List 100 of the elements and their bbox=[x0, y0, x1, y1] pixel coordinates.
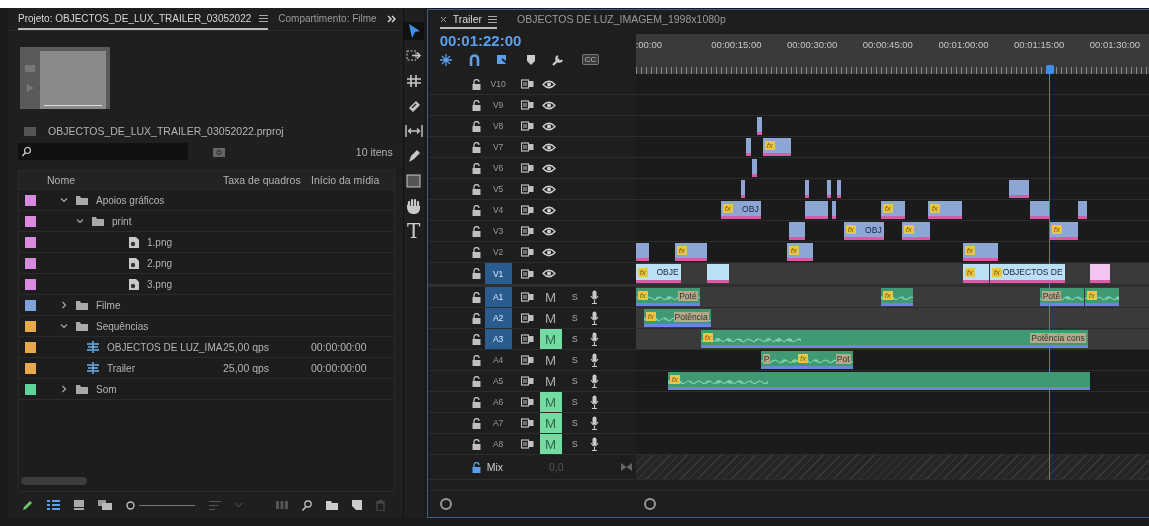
track-target[interactable]: A6 bbox=[484, 392, 512, 412]
track-target[interactable]: A8 bbox=[484, 434, 512, 454]
track-target[interactable]: A1 bbox=[484, 287, 512, 307]
column-header[interactable]: Início da mídia bbox=[307, 174, 393, 186]
ruler-label: 00:01:15:00 bbox=[1014, 39, 1066, 50]
video-clip[interactable]: fx OBJ bbox=[720, 201, 761, 219]
clip-label: Pot bbox=[835, 353, 851, 364]
item-name[interactable]: Filme bbox=[96, 299, 121, 311]
audio-clip[interactable]: Potê bbox=[1039, 288, 1084, 306]
effects-badge: fx bbox=[964, 246, 975, 255]
effects-badge: fx bbox=[929, 204, 940, 213]
track-target[interactable]: A2 bbox=[484, 308, 512, 328]
effects-badge: fx bbox=[882, 291, 893, 300]
track-target[interactable]: V1 bbox=[484, 263, 512, 284]
effects-badge: fx bbox=[669, 375, 680, 384]
video-clip[interactable]: fx bbox=[674, 243, 707, 261]
track-target[interactable]: A7 bbox=[484, 413, 512, 433]
audio-clip[interactable]: fx Potência cons bbox=[700, 330, 1088, 348]
track-target[interactable]: V9 bbox=[484, 95, 512, 115]
effects-badge: fx bbox=[788, 246, 799, 255]
audio-clip[interactable]: P fx Pot bbox=[760, 351, 853, 369]
sequence-tab[interactable]: OBJECTOS DE LUZ_IMAGEM_1998x1080p bbox=[517, 11, 726, 29]
track-target[interactable]: V10 bbox=[484, 74, 512, 94]
clip-label: OBJ bbox=[742, 203, 759, 214]
audio-clip[interactable]: fx bbox=[880, 288, 913, 306]
ruler-label: 00:01:00:00 bbox=[938, 39, 990, 50]
sequence-tab[interactable]: Trailer bbox=[439, 11, 497, 29]
clip-label: OBJE bbox=[656, 267, 679, 277]
video-clip[interactable]: fx bbox=[927, 201, 962, 219]
video-clip[interactable]: fx OBJE bbox=[635, 264, 681, 283]
mute-button[interactable]: M bbox=[539, 308, 562, 328]
solo-button[interactable]: S bbox=[567, 334, 582, 344]
track-target[interactable]: V7 bbox=[484, 137, 512, 157]
ruler-label: 00:00:15:00 bbox=[711, 39, 763, 50]
track-target[interactable]: A5 bbox=[484, 371, 512, 391]
solo-button[interactable]: S bbox=[567, 355, 582, 365]
video-clip[interactable]: fx bbox=[901, 222, 930, 240]
effects-badge: fx bbox=[991, 267, 1002, 277]
clip-label: OBJ bbox=[865, 224, 882, 235]
item-name[interactable]: 3.png bbox=[147, 278, 173, 290]
item-name[interactable]: Som bbox=[96, 383, 117, 395]
track-target[interactable]: V3 bbox=[484, 221, 512, 241]
clip-label: Poté bbox=[678, 290, 698, 301]
track-target[interactable]: V2 bbox=[484, 242, 512, 262]
captions-button[interactable]: CC bbox=[581, 54, 600, 65]
track-target[interactable]: A3 bbox=[484, 329, 512, 349]
track-target[interactable]: A4 bbox=[484, 350, 512, 370]
audio-clip[interactable]: fx bbox=[1084, 288, 1119, 306]
solo-button[interactable]: S bbox=[567, 418, 582, 428]
track-target[interactable]: V8 bbox=[484, 116, 512, 136]
track-target[interactable]: V4 bbox=[484, 200, 512, 220]
time-ruler[interactable]: :00:00 00:00:15:00 00:00:30:00 00:00:45:00 00:01:00:00 00:01:15:00 00:01:30:00 bbox=[635, 34, 1149, 74]
timecode[interactable]: 00:01:22:00 bbox=[439, 32, 636, 49]
mute-button[interactable]: M bbox=[539, 287, 562, 307]
video-clip[interactable]: fx bbox=[762, 138, 791, 156]
track-target[interactable]: V6 bbox=[484, 158, 512, 178]
solo-button[interactable]: S bbox=[567, 292, 582, 302]
media-start: 00:00:00:00 bbox=[310, 362, 368, 374]
mute-button[interactable]: M bbox=[539, 413, 562, 433]
panel-tab[interactable]: Compartimento: Filme bbox=[278, 8, 377, 30]
project-file-name: OBJECTOS_DE_LUX_TRAILER_03052022.prproj bbox=[48, 125, 284, 137]
video-clip[interactable]: fx OBJ bbox=[843, 222, 884, 240]
effects-badge: fx bbox=[797, 354, 809, 363]
track-target[interactable]: V5 bbox=[484, 179, 512, 199]
media-start: 00:00:00:00 bbox=[310, 341, 368, 353]
item-name[interactable]: 1.png bbox=[147, 236, 173, 248]
video-clip[interactable]: fx bbox=[962, 264, 989, 283]
audio-clip[interactable]: fx bbox=[667, 372, 1090, 390]
solo-button[interactable]: S bbox=[567, 376, 582, 386]
video-clip[interactable]: fx bbox=[1049, 222, 1078, 240]
item-name[interactable]: Apoios gráficos bbox=[96, 194, 165, 206]
panel-tab[interactable]: Projeto: OBJECTOS_DE_LUX_TRAILER_03052022 bbox=[18, 8, 269, 30]
video-clip[interactable]: fx bbox=[962, 243, 998, 261]
type-tool[interactable]: T bbox=[403, 222, 424, 240]
video-clip[interactable]: fx bbox=[786, 243, 813, 261]
video-clip[interactable]: fx bbox=[880, 201, 905, 219]
audio-clip[interactable]: fx Potência bbox=[643, 309, 711, 327]
mute-button[interactable]: M bbox=[539, 329, 562, 349]
item-name[interactable]: Trailer bbox=[107, 362, 135, 374]
video-clip[interactable]: fx OBJECTOS DE bbox=[989, 264, 1065, 283]
effects-badge: fx bbox=[637, 291, 648, 300]
solo-button[interactable]: S bbox=[567, 397, 582, 407]
column-header[interactable]: Taxa de quadros bbox=[219, 174, 307, 186]
item-name[interactable]: Sequências bbox=[96, 320, 149, 332]
effects-badge: fx bbox=[676, 246, 687, 255]
mute-button[interactable]: M bbox=[539, 350, 562, 370]
item-name[interactable]: OBJECTOS DE LUZ_IMA bbox=[107, 341, 223, 353]
item-name[interactable]: print bbox=[112, 215, 132, 227]
mute-button[interactable]: M bbox=[539, 371, 562, 391]
frame-rate: 25,00 qps bbox=[222, 362, 271, 374]
item-name[interactable]: 2.png bbox=[147, 257, 173, 269]
solo-button[interactable]: S bbox=[567, 313, 582, 323]
mute-button[interactable]: M bbox=[539, 392, 562, 412]
mute-button[interactable]: M bbox=[539, 434, 562, 454]
column-header[interactable]: Nome bbox=[19, 174, 219, 186]
clip-label: P bbox=[762, 353, 771, 364]
solo-button[interactable]: S bbox=[567, 439, 582, 449]
effects-badge: fx bbox=[903, 225, 914, 234]
audio-clip[interactable]: fx Poté bbox=[635, 288, 700, 306]
mix-label: Mix bbox=[486, 461, 503, 473]
